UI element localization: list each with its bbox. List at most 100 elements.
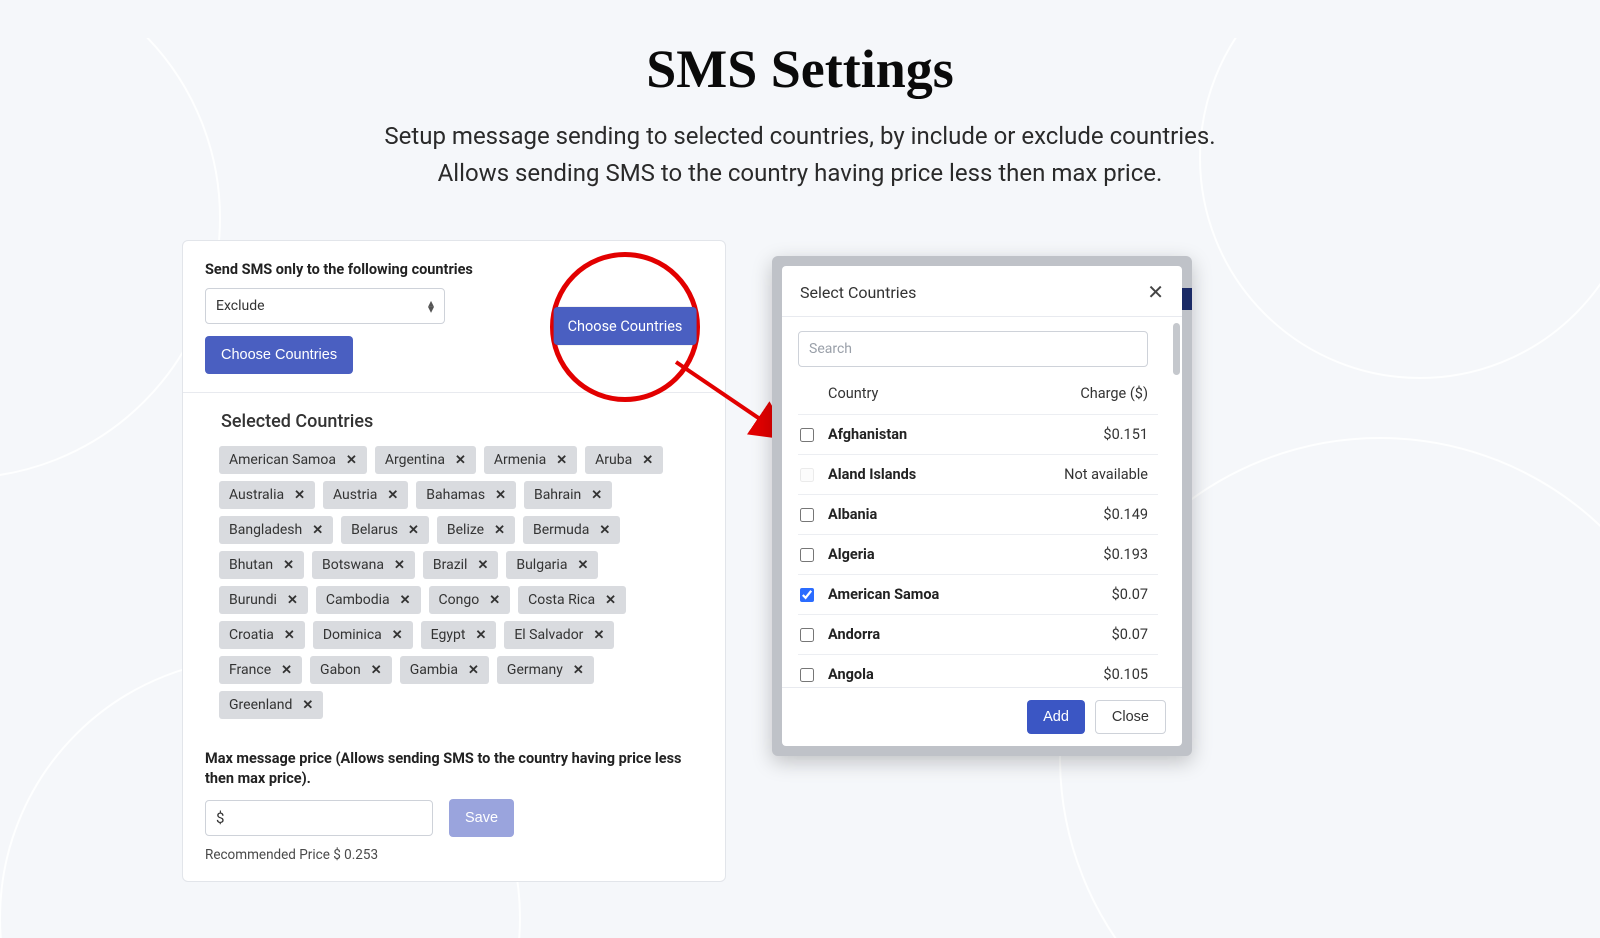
remove-icon[interactable]: ✕ [371, 663, 382, 678]
recommended-price-text: Recommended Price $ 0.253 [205, 847, 703, 863]
mode-select[interactable]: Exclude ▴▾ [205, 288, 445, 324]
country-charge: $0.105 [1038, 666, 1158, 683]
column-charge: Charge ($) [1048, 385, 1158, 402]
chip-label: Bahrain [534, 487, 581, 503]
choose-countries-button[interactable]: Choose Countries [205, 336, 353, 374]
country-name: Aland Islands [828, 466, 1038, 483]
chip-label: Austria [333, 487, 377, 503]
country-checkbox[interactable] [800, 668, 814, 682]
country-chip: Argentina✕ [375, 446, 476, 474]
chip-label: Croatia [229, 627, 274, 643]
scrollbar-thumb[interactable] [1173, 323, 1180, 375]
country-charge: $0.193 [1038, 546, 1158, 563]
country-charge: $0.151 [1038, 426, 1158, 443]
country-chip: Cambodia✕ [316, 586, 421, 614]
remove-icon[interactable]: ✕ [475, 628, 486, 643]
choose-countries-button-highlighted[interactable]: Choose Countries [554, 307, 697, 345]
remove-icon[interactable]: ✕ [495, 488, 506, 503]
country-chip: El Salvador ✕ [504, 621, 614, 649]
remove-icon[interactable]: ✕ [591, 488, 602, 503]
country-checkbox[interactable] [800, 548, 814, 562]
country-chip: Bahrain ✕ [524, 481, 612, 509]
remove-icon[interactable]: ✕ [408, 523, 419, 538]
country-chip: Croatia ✕ [219, 621, 305, 649]
country-checkbox [800, 468, 814, 482]
selected-countries-heading: Selected Countries [221, 411, 703, 432]
country-checkbox[interactable] [800, 508, 814, 522]
close-button[interactable]: Close [1095, 700, 1166, 734]
remove-icon[interactable]: ✕ [573, 663, 584, 678]
country-search-input[interactable]: Search [798, 331, 1148, 367]
country-chip: Bermuda✕ [523, 516, 620, 544]
country-charge: $0.149 [1038, 506, 1158, 523]
remove-icon[interactable]: ✕ [489, 593, 500, 608]
country-charge: $0.07 [1038, 626, 1158, 643]
chip-label: El Salvador [514, 627, 583, 643]
remove-icon[interactable]: ✕ [283, 558, 294, 573]
remove-icon[interactable]: ✕ [477, 558, 488, 573]
country-chip: Gabon ✕ [310, 656, 392, 684]
country-chip: American Samoa ✕ [219, 446, 367, 474]
page-subtitle: Setup message sending to selected countr… [0, 118, 1600, 192]
max-price-input[interactable]: $ [205, 800, 433, 836]
country-checkbox[interactable] [800, 588, 814, 602]
chip-label: Germany [507, 662, 563, 678]
chip-label: Burundi [229, 592, 277, 608]
background-strip [1182, 288, 1192, 310]
country-name: Angola [828, 666, 1038, 683]
country-name: Albania [828, 506, 1038, 523]
country-checkbox[interactable] [800, 628, 814, 642]
remove-icon[interactable]: ✕ [394, 558, 405, 573]
remove-icon[interactable]: ✕ [494, 523, 505, 538]
table-header: Country Charge ($) [798, 373, 1158, 414]
remove-icon[interactable]: ✕ [468, 663, 479, 678]
country-chip: Dominica ✕ [313, 621, 413, 649]
chip-label: Egypt [431, 627, 466, 643]
country-checkbox[interactable] [800, 428, 814, 442]
chip-label: Belarus [351, 522, 398, 538]
remove-icon[interactable]: ✕ [599, 523, 610, 538]
country-chip: Congo ✕ [429, 586, 511, 614]
country-chip: Gambia✕ [400, 656, 489, 684]
remove-icon[interactable]: ✕ [294, 488, 305, 503]
chip-label: Gabon [320, 662, 361, 678]
remove-icon[interactable]: ✕ [593, 628, 604, 643]
remove-icon[interactable]: ✕ [642, 453, 653, 468]
chip-label: Bulgaria [516, 557, 567, 573]
selected-countries-chips: American Samoa✕Argentina✕Armenia✕Aruba✕A… [205, 446, 703, 719]
chip-label: Congo [439, 592, 480, 608]
remove-icon[interactable]: ✕ [287, 593, 298, 608]
chip-label: Armenia [494, 452, 546, 468]
country-chip: Greenland ✕ [219, 691, 323, 719]
remove-icon[interactable]: ✕ [556, 453, 567, 468]
remove-icon[interactable]: ✕ [392, 628, 403, 643]
save-button[interactable]: Save [449, 799, 514, 837]
remove-icon[interactable]: ✕ [455, 453, 466, 468]
remove-icon[interactable]: ✕ [302, 698, 313, 713]
remove-icon[interactable]: ✕ [577, 558, 588, 573]
chip-label: American Samoa [229, 452, 336, 468]
country-name: Algeria [828, 546, 1038, 563]
remove-icon[interactable]: ✕ [284, 628, 295, 643]
table-row: Algeria$0.193 [798, 534, 1158, 574]
page-title: SMS Settings [0, 38, 1600, 100]
column-country: Country [828, 385, 1048, 402]
remove-icon[interactable]: ✕ [281, 663, 292, 678]
country-chip: Belize✕ [437, 516, 515, 544]
close-icon[interactable]: ✕ [1147, 282, 1164, 302]
country-chip: Burundi ✕ [219, 586, 308, 614]
remove-icon[interactable]: ✕ [400, 593, 411, 608]
table-row: Afghanistan$0.151 [798, 414, 1158, 454]
chip-label: Greenland [229, 697, 292, 713]
remove-icon[interactable]: ✕ [346, 453, 357, 468]
add-button[interactable]: Add [1027, 700, 1085, 734]
country-chip: Bhutan✕ [219, 551, 304, 579]
country-chip: Bulgaria ✕ [506, 551, 598, 579]
remove-icon[interactable]: ✕ [605, 593, 616, 608]
chip-label: Bahamas [426, 487, 485, 503]
chip-label: Dominica [323, 627, 382, 643]
remove-icon[interactable]: ✕ [387, 488, 398, 503]
chip-label: Australia [229, 487, 284, 503]
remove-icon[interactable]: ✕ [312, 523, 323, 538]
caret-icon: ▴▾ [428, 300, 434, 312]
